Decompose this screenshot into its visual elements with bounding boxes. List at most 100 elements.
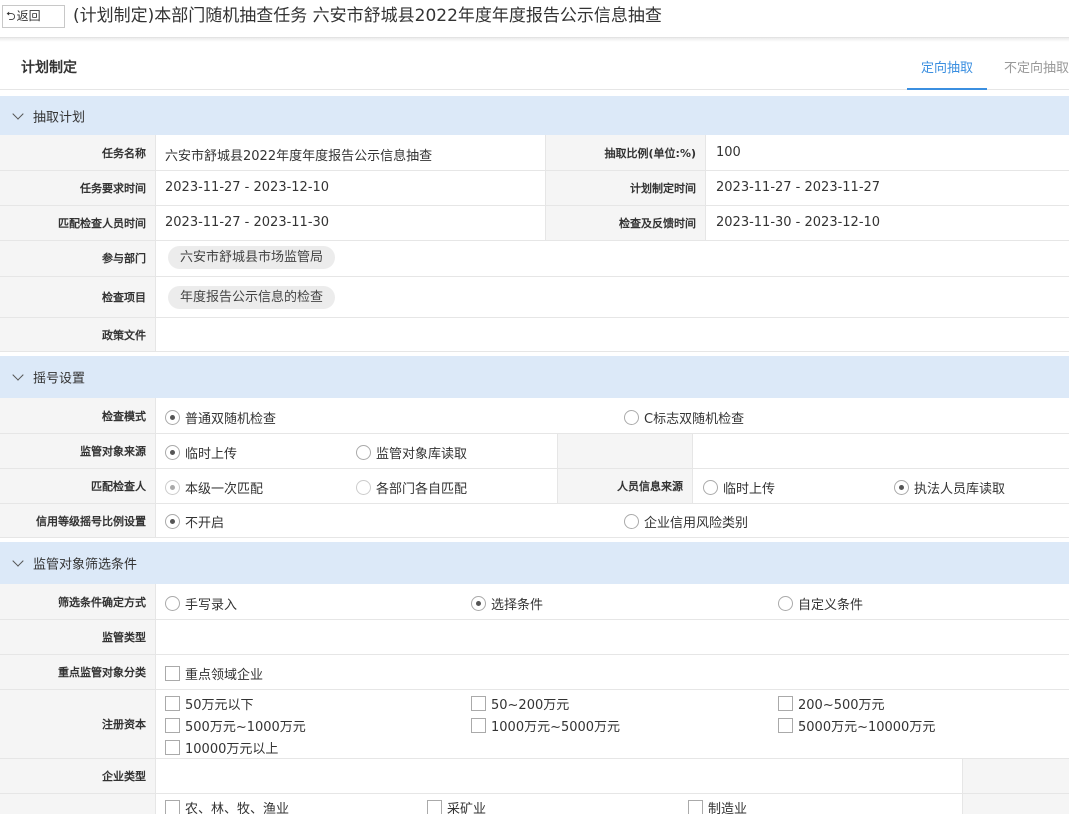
section-title: 抽取计划 (33, 110, 86, 125)
row-divider (0, 758, 1069, 759)
radio-label: 各部门各自匹配 (376, 482, 468, 497)
industry-checkbox[interactable]: 采矿业 (427, 798, 486, 814)
plan-time-label: 计划制定时间 (545, 170, 705, 205)
check-time-label: 检查及反馈时间 (545, 205, 705, 240)
capital-checkbox[interactable]: 1000万元~5000万元 (471, 716, 620, 735)
capital-checkbox[interactable]: 50~200万元 (471, 694, 569, 713)
ratio-value: 100 (716, 145, 741, 160)
credit-radio-risk[interactable]: 企业信用风险类别 (624, 512, 748, 531)
radio-label: 普通双随机检查 (185, 412, 277, 427)
policy-label: 政策文件 (0, 317, 155, 352)
credit-radio-off[interactable]: 不开启 (165, 512, 224, 531)
method-label: 筛选条件确定方式 (0, 584, 155, 619)
checkbox-label: 500万元~1000万元 (185, 720, 306, 735)
section-lottery[interactable]: 摇号设置 (0, 356, 1069, 398)
row-divider (0, 170, 1069, 171)
radio-checked-icon (471, 596, 486, 611)
checkbox-label: 50~200万元 (491, 698, 570, 713)
industry-checkbox[interactable]: 农、林、牧、渔业 (165, 798, 289, 814)
lottery-grid: 检查模式 监管对象来源 匹配检查人 信用等级摇号比例设置 人员信息来源 普通双随… (0, 398, 1069, 538)
checkbox-icon (165, 666, 180, 681)
item-label: 检查项目 (0, 276, 155, 317)
tab-undirected-extract[interactable]: 不定向抽取 (1004, 57, 1069, 76)
radio-label: C标志双随机检查 (644, 412, 745, 427)
method-radio-custom[interactable]: 自定义条件 (778, 594, 863, 613)
col-divider (155, 584, 156, 814)
method-radio-manual[interactable]: 手写录入 (165, 594, 237, 613)
req-time-label: 任务要求时间 (0, 170, 155, 205)
capital-label: 注册资本 (0, 689, 155, 758)
tab-directed-extract[interactable]: 定向抽取 (907, 57, 987, 90)
radio-unchecked-icon (624, 410, 639, 425)
check-time-value: 2023-11-30 - 2023-12-10 (716, 215, 881, 230)
empty-cell (557, 433, 692, 468)
col-divider (557, 433, 558, 503)
radio-unchecked-icon (356, 480, 371, 495)
extract-plan-grid: 任务名称 抽取比例(单位:%) 任务要求时间 计划制定时间 匹配检查人员时间 检… (0, 135, 1069, 352)
checkbox-label: 50万元以下 (185, 698, 254, 713)
radio-unchecked-icon (703, 480, 718, 495)
source-radio-upload[interactable]: 临时上传 (165, 443, 237, 462)
checkbox-icon (778, 718, 793, 733)
col-divider (705, 135, 706, 240)
checkbox-icon (471, 696, 486, 711)
checkbox-icon (778, 696, 793, 711)
label-cell (0, 793, 155, 814)
checkbox-label: 5000万元~10000万元 (798, 720, 936, 735)
section-extract-plan[interactable]: 抽取计划 (0, 96, 1069, 135)
row-divider (0, 317, 1069, 318)
chevron-down-icon (12, 369, 24, 381)
match-radio-each-dept[interactable]: 各部门各自匹配 (356, 478, 467, 497)
checkbox-icon (165, 800, 180, 814)
capital-checkbox[interactable]: 5000万元~10000万元 (778, 716, 935, 735)
checkbox-label: 1000万元~5000万元 (491, 720, 621, 735)
section-title: 摇号设置 (33, 371, 86, 387)
radio-unchecked-icon (356, 445, 371, 460)
ratio-label: 抽取比例(单位:%) (545, 135, 705, 170)
radio-unchecked-icon (624, 514, 639, 529)
radio-checked-icon (894, 480, 909, 495)
row-divider (0, 468, 1069, 469)
checkbox-icon (165, 718, 180, 733)
radio-label: 选择条件 (491, 598, 544, 613)
match-label: 匹配检查人 (0, 468, 155, 503)
section-filter[interactable]: 监管对象筛选条件 (0, 542, 1069, 584)
capital-checkbox[interactable]: 200~500万元 (778, 694, 885, 713)
checkbox-label: 采矿业 (447, 802, 487, 814)
radio-checked-icon (165, 445, 180, 460)
back-arrow-icon: ⮌ (6, 9, 16, 23)
key-checkbox-key-field[interactable]: 重点领域企业 (165, 664, 263, 683)
back-button[interactable]: ⮌返回 (2, 5, 65, 28)
industry-checkbox[interactable]: 制造业 (688, 798, 747, 814)
radio-label: 监管对象库读取 (376, 447, 468, 462)
mode-radio-c-mark[interactable]: C标志双随机检查 (624, 408, 744, 427)
radio-label: 临时上传 (185, 447, 238, 462)
row-divider (0, 619, 1069, 620)
task-name-label: 任务名称 (0, 135, 155, 170)
person-radio-upload[interactable]: 临时上传 (703, 478, 775, 497)
checkbox-icon (688, 800, 703, 814)
person-source-label: 人员信息来源 (557, 468, 692, 503)
radio-unchecked-icon (778, 596, 793, 611)
task-name-value: 六安市舒城县2022年度年度报告公示信息抽查 (165, 149, 433, 164)
capital-checkbox[interactable]: 50万元以下 (165, 694, 254, 713)
row-divider (0, 240, 1069, 241)
chevron-down-icon (12, 555, 24, 567)
mode-radio-normal[interactable]: 普通双随机检查 (165, 408, 276, 427)
chevron-down-icon (12, 107, 24, 120)
method-radio-select[interactable]: 选择条件 (471, 594, 543, 613)
checkbox-label: 200~500万元 (798, 698, 885, 713)
person-radio-library[interactable]: 执法人员库读取 (894, 478, 1005, 497)
back-button-label: 返回 (16, 9, 41, 23)
col-divider (692, 433, 693, 503)
match-radio-level[interactable]: 本级一次匹配 (165, 478, 263, 497)
capital-checkbox[interactable]: 10000万元以上 (165, 738, 278, 757)
capital-checkbox[interactable]: 500万元~1000万元 (165, 716, 306, 735)
row-divider (0, 205, 1069, 206)
section-title: 监管对象筛选条件 (33, 557, 138, 573)
col-divider (962, 758, 963, 814)
row-divider (0, 654, 1069, 655)
match-time-label: 匹配检查人员时间 (0, 205, 155, 240)
match-time-value: 2023-11-27 - 2023-11-30 (165, 215, 330, 230)
source-radio-library[interactable]: 监管对象库读取 (356, 443, 467, 462)
